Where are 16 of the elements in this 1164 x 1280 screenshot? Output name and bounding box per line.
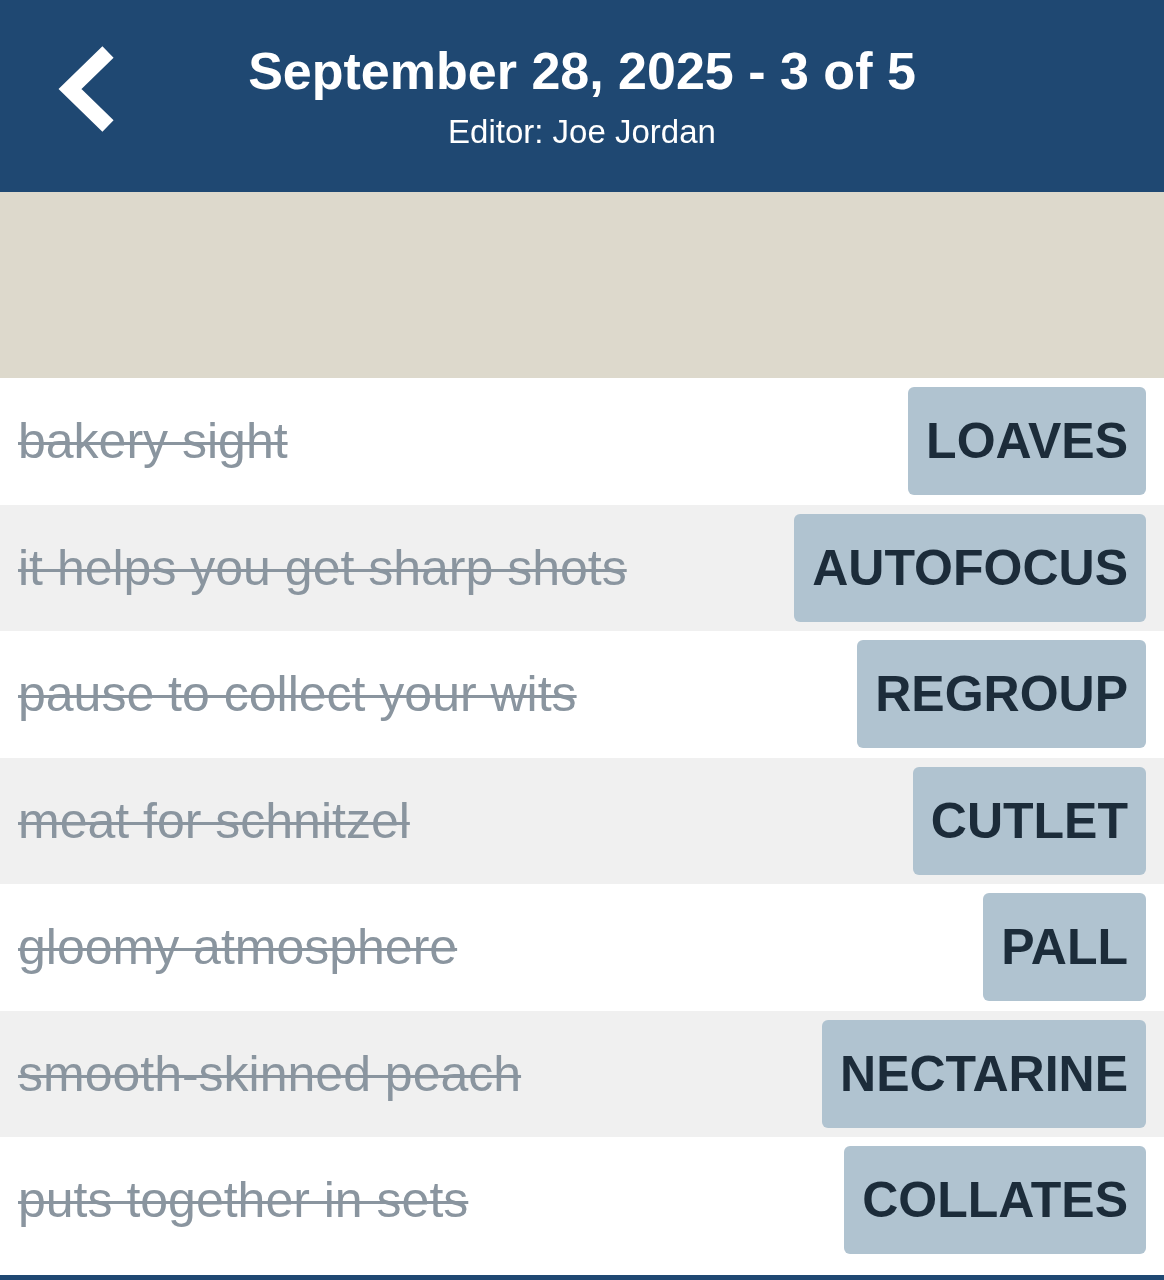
editor-label: Editor: Joe Jordan [448,113,716,151]
clue-text: meat for schnitzel [18,791,410,850]
clue-text: bakery sight [18,412,288,471]
header-title: September 28, 2025 - 3 of 5 [248,41,916,101]
answer-button[interactable]: COLLATES [844,1146,1146,1255]
clue-text: smooth-skinned peach [18,1044,522,1103]
answer-button[interactable]: PALL [983,893,1146,1002]
clue-text: pause to collect your wits [18,665,577,724]
answer-button[interactable]: AUTOFOCUS [794,513,1146,622]
clue-text: gloomy atmosphere [18,918,458,977]
clue-text: puts together in sets [18,1171,469,1230]
answer-button[interactable]: CUTLET [912,766,1146,875]
clue-text: it helps you get sharp shots [18,538,627,597]
answer-button[interactable]: LOAVES [908,387,1146,496]
answer-button[interactable]: NECTARINE [822,1019,1146,1128]
answer-button[interactable]: REGROUP [857,640,1146,749]
